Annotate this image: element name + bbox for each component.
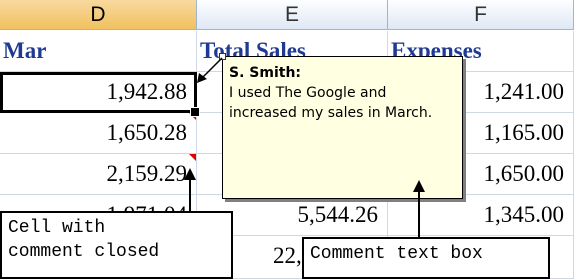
comment-indicator [189, 154, 196, 161]
comment-box[interactable]: S. Smith: I used The Google and increase… [222, 56, 463, 199]
fill-handle[interactable] [190, 107, 200, 117]
callout-text-box: Comment text box [302, 237, 550, 279]
cell-d-header[interactable]: Mar [0, 31, 197, 72]
cell-d-row2[interactable]: 1,650.28 [0, 113, 197, 154]
comment-author: S. Smith: [229, 65, 302, 81]
callout-cell-closed: Cell with comment closed [0, 211, 233, 279]
column-header-d[interactable]: D [0, 0, 197, 30]
cell-f-row4[interactable]: 1,345.00 [388, 195, 574, 236]
cell-d-row1[interactable]: 1,942.88 [0, 72, 197, 113]
cell-d-row3[interactable]: 2,159.29 [0, 154, 197, 195]
callout-line: Cell with [8, 218, 106, 238]
comment-text: I used The Google and increased my sales… [229, 85, 433, 121]
column-header-f[interactable]: F [388, 0, 574, 30]
column-header-e[interactable]: E [197, 0, 388, 30]
resize-handle[interactable] [219, 53, 226, 60]
callout-line: Comment text box [310, 244, 483, 264]
callout-line: comment closed [8, 242, 160, 262]
